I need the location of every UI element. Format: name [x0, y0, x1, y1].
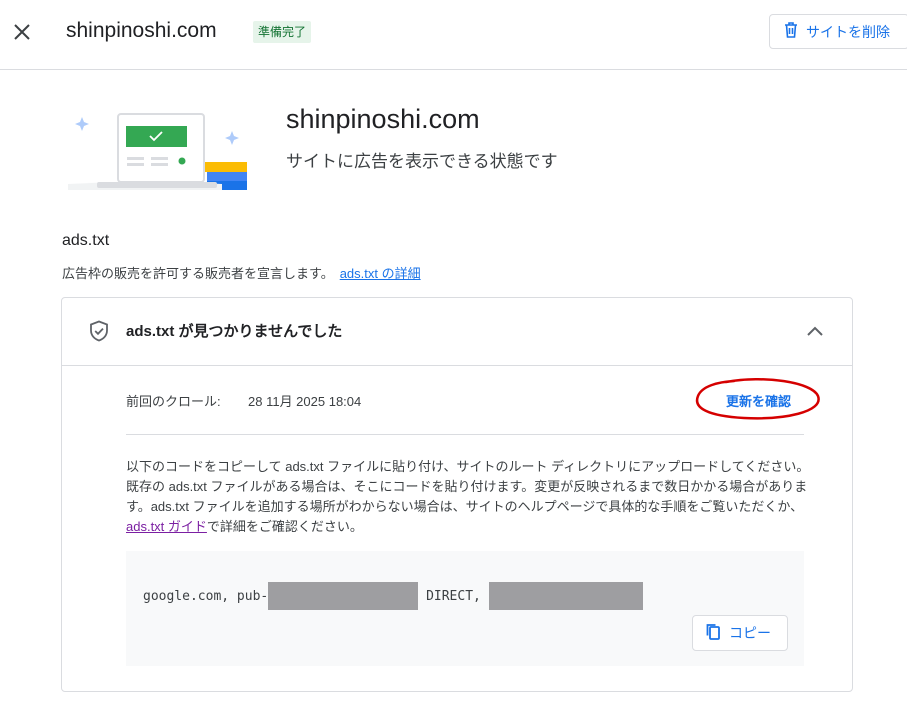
chevron-up-icon[interactable]: [805, 322, 825, 342]
ads-txt-details-link[interactable]: ads.txt の詳細: [340, 266, 421, 281]
delete-site-button[interactable]: サイトを削除: [769, 14, 907, 49]
divider: [126, 434, 804, 435]
instructions-text-end: で詳細をご確認ください。: [206, 519, 363, 534]
ads-txt-code-line: google.com, pub- DIRECT,: [143, 582, 643, 610]
ads-txt-not-found-title: ads.txt が見つかりませんでした: [126, 323, 343, 340]
site-ready-illustration: [62, 100, 247, 190]
close-icon[interactable]: [10, 20, 34, 44]
top-bar: shinpinoshi.com 準備完了 サイトを削除: [0, 0, 907, 70]
ads-txt-section-title: ads.txt: [62, 232, 110, 249]
ads-txt-description: 広告枠の販売を許可する販売者を宣言します。 ads.txt の詳細: [62, 263, 421, 282]
copy-icon: [705, 623, 721, 644]
check-update-link[interactable]: 更新を確認: [726, 391, 791, 410]
last-crawl-value: 28 11月 2025 18:04: [248, 394, 362, 409]
code-middle: DIRECT,: [426, 588, 481, 604]
copy-button-label: コピー: [729, 625, 771, 641]
shield-check-icon: [88, 320, 110, 342]
instructions-text: 以下のコードをコピーして ads.txt ファイルに貼り付け、サイトのルート デ…: [126, 459, 810, 514]
ads-txt-code-box: google.com, pub- DIRECT, コピー: [126, 551, 804, 666]
copy-button[interactable]: コピー: [692, 615, 788, 651]
status-badge: 準備完了: [253, 21, 312, 43]
ads-txt-panel-header[interactable]: ads.txt が見つかりませんでした: [62, 298, 852, 366]
ads-txt-instructions: 以下のコードをコピーして ads.txt ファイルに貼り付け、サイトのルート デ…: [126, 457, 811, 537]
redacted-publisher-id: [268, 582, 419, 610]
ads-txt-guide-link[interactable]: ads.txt ガイド: [126, 519, 207, 534]
site-status-text: サイトに広告を表示できる状態です: [286, 152, 558, 171]
redacted-certification-id: [488, 582, 643, 610]
code-prefix: google.com, pub-: [143, 588, 269, 604]
page-title: shinpinoshi.com: [66, 19, 217, 42]
site-domain-heading: shinpinoshi.com: [286, 104, 480, 134]
ads-txt-panel: ads.txt が見つかりませんでした 前回のクロール: 28 11月 2025…: [61, 297, 853, 692]
ads-txt-description-text: 広告枠の販売を許可する販売者を宣言します。: [62, 266, 334, 281]
delete-site-label: サイトを削除: [806, 23, 890, 40]
trash-icon: [784, 22, 798, 41]
last-crawl-label: 前回のクロール:: [126, 394, 221, 409]
